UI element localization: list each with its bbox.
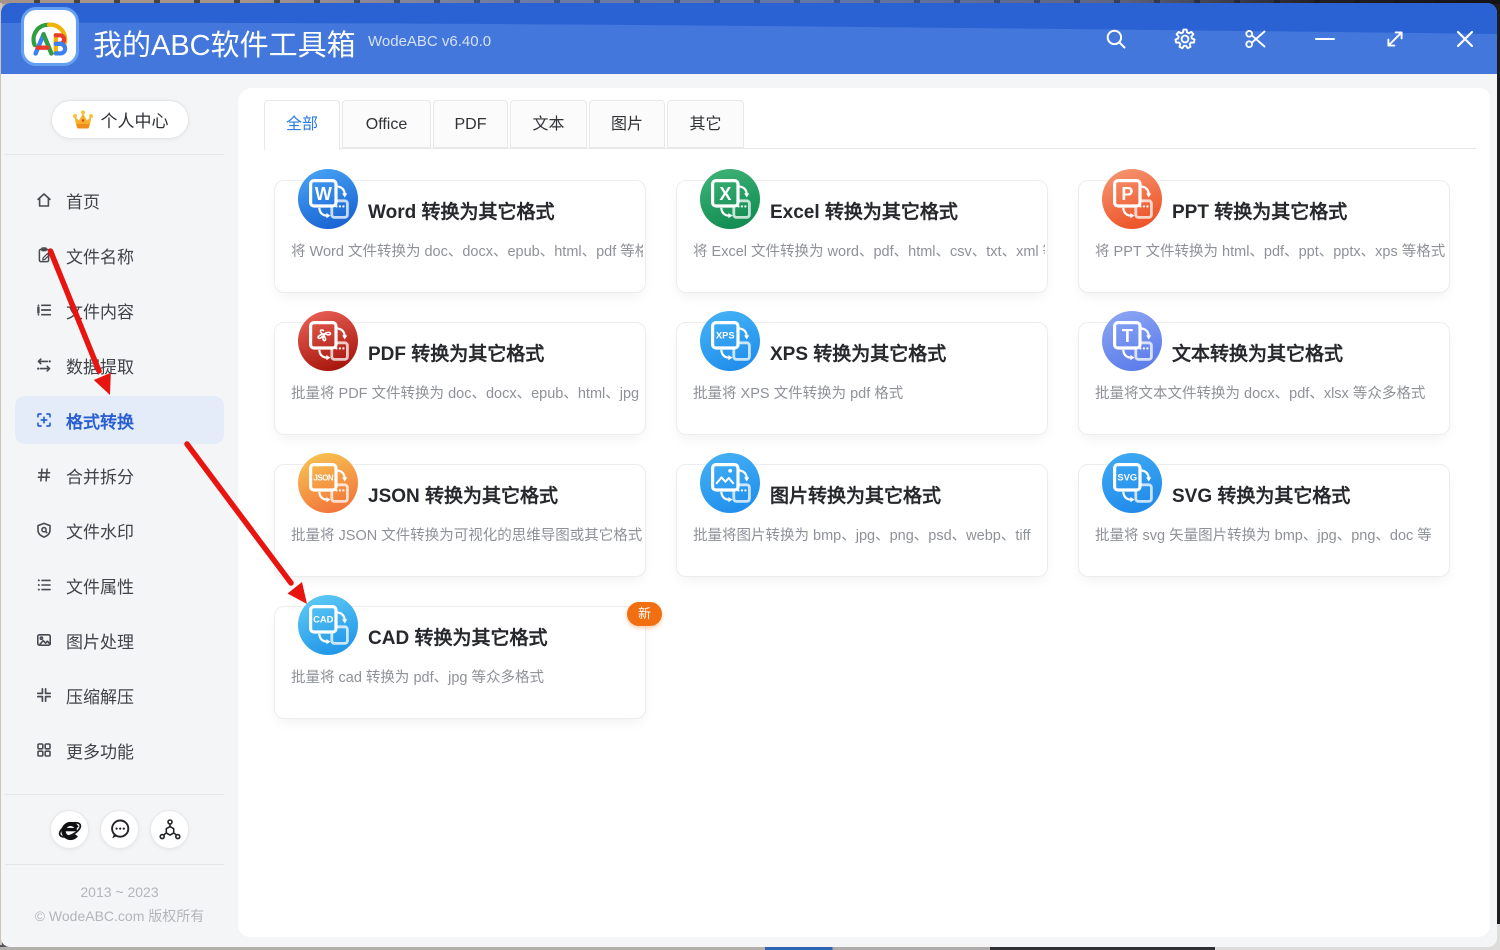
svg-text:X: X xyxy=(719,184,731,204)
svg-text:XPS: XPS xyxy=(716,330,735,341)
svg-text:SVG: SVG xyxy=(1117,472,1137,483)
svg-text:T: T xyxy=(1122,326,1133,346)
svg-text:W: W xyxy=(315,184,332,204)
svg-text:P: P xyxy=(1121,184,1133,204)
svg-text:CAD: CAD xyxy=(313,614,334,625)
svg-text:JSON: JSON xyxy=(313,474,334,483)
